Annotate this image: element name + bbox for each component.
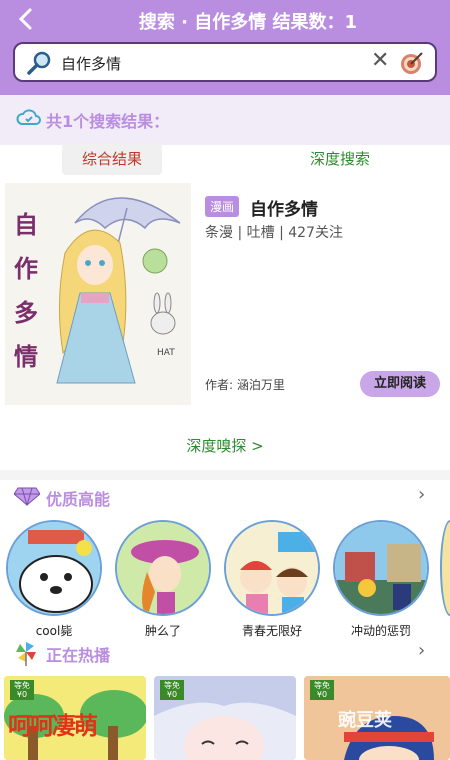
watermark-text: 豌豆荚 [338, 710, 392, 731]
hot-more-chevron-icon[interactable]: › [418, 640, 425, 661]
tab-comprehensive[interactable]: 综合结果 [62, 143, 162, 175]
quality-cover [224, 520, 320, 616]
section-divider [0, 470, 450, 480]
quality-section-title: 优质高能 [46, 490, 111, 509]
search-input[interactable]: 自作多情 [61, 53, 121, 74]
free-tag: 等免 ¥0 [160, 680, 184, 700]
search-box[interactable]: 自作多情 ✕ [13, 42, 437, 82]
clear-icon[interactable]: ✕ [371, 48, 389, 73]
quality-partial-item [440, 520, 450, 616]
comic-author: 作者: 涵泊万里 [205, 378, 285, 392]
free-tag: 等免 ¥0 [310, 680, 334, 700]
quality-item[interactable]: 冲动的惩罚 [331, 520, 431, 639]
cover-title-text: 自 作 多 情 [14, 211, 38, 371]
hot-item-title: 呵呵凄萌 [8, 712, 98, 740]
quality-cover [6, 520, 102, 616]
quality-cover [115, 520, 211, 616]
diamond-icon [13, 486, 41, 510]
hot-item[interactable]: 呵呵凄萌 等免 ¥0 [4, 676, 146, 760]
comic-title[interactable]: 自作多情 [250, 195, 318, 220]
hot-item[interactable]: 等免 ¥0 [154, 676, 296, 760]
comic-meta: 条漫 | 吐槽 | 427关注 [205, 225, 343, 241]
tab-deep-search[interactable]: 深度搜索 [290, 143, 390, 175]
search-icon [25, 51, 53, 79]
pinwheel-icon [14, 640, 38, 670]
free-tag: 等免 ¥0 [10, 680, 34, 700]
target-icon[interactable] [399, 50, 425, 80]
page-title: 搜索 · 自作多情 结果数：1 [138, 12, 358, 33]
quality-cover [333, 520, 429, 616]
hot-section-title: 正在热播 [46, 646, 111, 665]
top-bar: 搜索 · 自作多情 结果数：1 自作多情 ✕ [0, 0, 450, 95]
quality-item[interactable]: 青春无限好 [222, 520, 322, 639]
result-count: 共1个搜索结果： [46, 112, 170, 131]
hot-item[interactable]: 等免 ¥0 豌豆荚 [304, 676, 450, 760]
read-now-button[interactable]: 立即阅读 [360, 371, 440, 397]
quality-more-chevron-icon[interactable]: › [418, 484, 425, 505]
type-badge: 漫画 [205, 196, 240, 217]
quality-item[interactable]: 肿么了 [113, 520, 213, 639]
comic-cover[interactable]: HAT 自 作 多 情 [5, 183, 191, 405]
back-arrow-icon[interactable] [14, 6, 40, 32]
quality-item[interactable]: cool毙 [4, 520, 104, 639]
svg-text:HAT: HAT [157, 348, 175, 358]
deep-probe-link[interactable]: 深度嗅探 > [0, 435, 450, 456]
